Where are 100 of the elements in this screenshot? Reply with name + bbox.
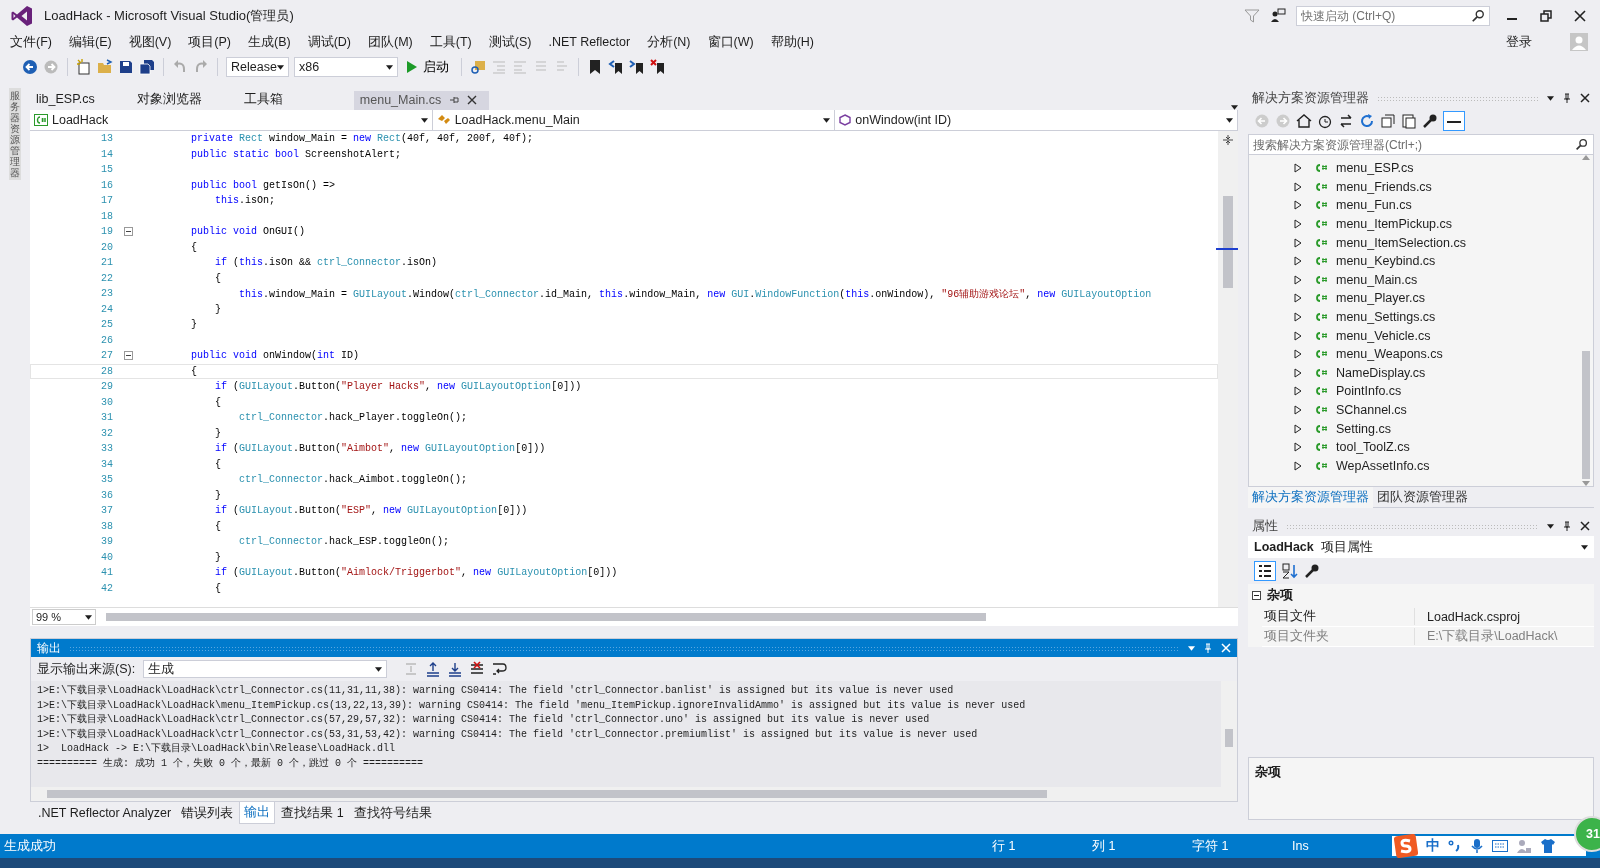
shirt-icon[interactable] — [1540, 838, 1556, 854]
platform-dropdown[interactable]: x86 — [294, 57, 398, 77]
menu-item[interactable]: 窗口(W) — [707, 33, 764, 51]
panel-tab[interactable]: 错误列表 — [177, 802, 238, 824]
file-item[interactable]: Setting.cs — [1336, 421, 1391, 436]
refresh-icon[interactable] — [1359, 113, 1375, 129]
caret-icon[interactable] — [277, 64, 284, 70]
caret-icon[interactable] — [1581, 544, 1588, 550]
collapse-icon[interactable] — [1252, 591, 1261, 600]
pin-icon[interactable] — [1562, 93, 1572, 103]
collapse-all-icon[interactable] — [1380, 113, 1396, 129]
menu-item[interactable]: .NET Reflector — [548, 35, 641, 49]
wrench-icon[interactable] — [1304, 563, 1320, 579]
sort-alphabetical-icon[interactable] — [1282, 563, 1298, 579]
expand-icon[interactable] — [1294, 256, 1302, 267]
clear-bookmarks-icon[interactable] — [650, 59, 666, 75]
microphone-icon[interactable] — [1470, 838, 1484, 854]
menu-item[interactable]: 项目(P) — [188, 33, 241, 51]
split-icon[interactable] — [1222, 134, 1234, 146]
configuration-dropdown[interactable]: Release — [226, 57, 289, 77]
expand-icon[interactable] — [1294, 312, 1302, 323]
expand-icon[interactable] — [1294, 349, 1302, 360]
previous-message-icon[interactable] — [425, 661, 442, 677]
file-item[interactable]: PointInfo.cs — [1336, 384, 1402, 399]
property-value[interactable]: LoadHack.csproj — [1415, 609, 1521, 624]
scroll-down-icon[interactable] — [1582, 481, 1590, 486]
menu-item[interactable]: 编辑(E) — [68, 33, 122, 51]
expand-icon[interactable] — [1294, 460, 1302, 471]
previous-bookmark-icon[interactable] — [608, 59, 624, 75]
next-bookmark-icon[interactable] — [629, 59, 645, 75]
expand-icon[interactable] — [1294, 386, 1302, 397]
caret-icon[interactable] — [420, 117, 428, 123]
scrollbar-thumb[interactable] — [1223, 196, 1233, 288]
home-icon[interactable] — [1296, 113, 1312, 129]
sync-icon[interactable] — [1338, 113, 1354, 129]
punctuation-icon[interactable] — [1448, 839, 1462, 853]
menu-item[interactable]: 视图(V) — [128, 33, 182, 51]
collapse-icon[interactable] — [123, 351, 133, 361]
ime-toolbar[interactable]: 中 — [1392, 836, 1586, 856]
file-item[interactable]: NameDisplay.cs — [1336, 365, 1426, 380]
input-mode-label[interactable]: 中 — [1426, 837, 1440, 855]
panel-tab[interactable]: 查找结果 1 — [277, 802, 348, 824]
expand-icon[interactable] — [1294, 181, 1302, 192]
server-explorer-tab[interactable]: 服务器资源管理器 — [9, 88, 21, 180]
expand-icon[interactable] — [1294, 163, 1302, 174]
file-item[interactable]: menu_Settings.cs — [1336, 310, 1436, 325]
file-item[interactable]: menu_Vehicle.cs — [1336, 328, 1431, 343]
file-item[interactable]: menu_Keybind.cs — [1336, 254, 1436, 269]
save-icon[interactable] — [118, 59, 134, 75]
keyboard-icon[interactable] — [1492, 840, 1508, 852]
expand-icon[interactable] — [1294, 367, 1302, 378]
file-item[interactable]: menu_Main.cs — [1336, 272, 1418, 287]
expand-icon[interactable] — [1294, 423, 1302, 434]
history-icon[interactable] — [1317, 113, 1333, 129]
menu-item[interactable]: 测试(S) — [488, 33, 542, 51]
word-wrap-icon[interactable] — [491, 661, 508, 677]
panel-tab[interactable]: 解决方案资源管理器 — [1248, 486, 1373, 508]
sign-in-link[interactable]: 登录 — [1506, 33, 1532, 51]
start-button[interactable]: 启动 — [403, 58, 453, 76]
scrollbar-thumb[interactable] — [1225, 729, 1233, 747]
file-item[interactable]: menu_Player.cs — [1336, 291, 1425, 306]
expand-icon[interactable] — [1294, 293, 1302, 304]
scrollbar-thumb[interactable] — [1582, 351, 1590, 479]
caret-icon[interactable] — [85, 614, 92, 620]
scrollbar-thumb[interactable] — [106, 613, 986, 621]
caret-icon[interactable] — [386, 64, 393, 70]
file-item[interactable]: WepAssetInfo.cs — [1336, 458, 1430, 473]
panel-tab[interactable]: 查找符号结果 — [349, 802, 436, 824]
menu-item[interactable]: 工具(T) — [429, 33, 482, 51]
expand-icon[interactable] — [1294, 219, 1302, 230]
properties-icon[interactable] — [1422, 113, 1438, 129]
quick-launch-field[interactable]: 快速启动 (Ctrl+Q) — [1296, 6, 1490, 26]
menu-item[interactable]: 文件(F) — [10, 33, 62, 51]
pin-icon[interactable] — [1562, 521, 1572, 531]
search-field[interactable]: 搜索解决方案资源管理器(Ctrl+;) — [1248, 134, 1594, 155]
document-tab[interactable]: menu_Main.cs — [353, 91, 490, 110]
restore-icon[interactable] — [1540, 10, 1552, 22]
expand-icon[interactable] — [1294, 274, 1302, 285]
caret-icon[interactable] — [375, 666, 383, 672]
feedback-icon[interactable] — [1270, 8, 1286, 24]
file-item[interactable]: SChannel.cs — [1336, 403, 1407, 417]
output-source-dropdown[interactable]: 生成 — [143, 660, 388, 678]
object-dropdown[interactable]: LoadHack 项目属性 — [1248, 536, 1594, 558]
collapse-icon[interactable] — [123, 227, 133, 237]
back-icon[interactable] — [22, 59, 38, 75]
type-dropdown[interactable]: LoadHack.menu_Main — [432, 110, 836, 130]
clear-all-icon[interactable] — [469, 661, 486, 677]
new-project-icon[interactable] — [76, 59, 92, 75]
expand-icon[interactable] — [1294, 405, 1302, 415]
show-all-files-icon[interactable] — [1401, 113, 1417, 129]
panel-tab[interactable]: .NET Reflector Analyzer — [34, 804, 176, 822]
scrollbar-thumb[interactable] — [47, 790, 1047, 798]
categorized-icon[interactable] — [1254, 561, 1276, 581]
caret-icon[interactable] — [823, 117, 831, 123]
document-tab[interactable]: 对象浏览器 — [130, 91, 214, 110]
file-item[interactable]: menu_Fun.cs — [1336, 198, 1412, 213]
menu-item[interactable]: 调试(D) — [307, 33, 361, 51]
close-icon[interactable] — [1580, 93, 1590, 103]
menu-item[interactable]: 帮助(H) — [770, 33, 824, 51]
menu-item[interactable]: 分析(N) — [647, 33, 701, 51]
